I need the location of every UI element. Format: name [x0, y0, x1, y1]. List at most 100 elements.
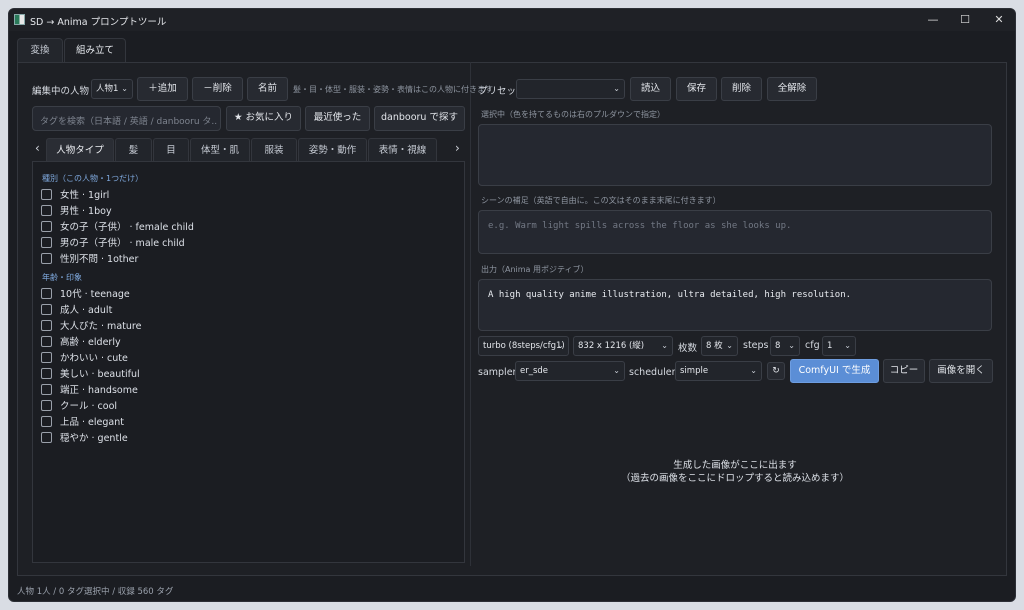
pane-divider: [470, 62, 471, 566]
checkbox[interactable]: [41, 335, 52, 347]
tab-clothing[interactable]: 服装: [251, 138, 297, 162]
person-select[interactable]: 人物1 ⌄: [91, 79, 133, 99]
tag-row[interactable]: 男性 · 1boy: [41, 203, 112, 217]
tag-label: 女性 · 1girl: [60, 190, 110, 201]
checkbox[interactable]: [41, 303, 52, 315]
tag-label: クール · cool: [60, 401, 118, 412]
checkbox[interactable]: [41, 220, 52, 232]
tag-row[interactable]: 女の子（子供） · female child: [41, 219, 194, 233]
checkbox[interactable]: [41, 204, 52, 216]
tag-row[interactable]: かわいい · cute: [41, 350, 128, 364]
checkbox[interactable]: [41, 415, 52, 427]
tag-row[interactable]: 高齢 · elderly: [41, 334, 121, 348]
checkbox[interactable]: [41, 431, 52, 443]
tag-row[interactable]: 大人びた · mature: [41, 318, 141, 332]
delete-preset-button[interactable]: 削除: [721, 77, 762, 101]
tag-label: 性別不問 · 1other: [60, 254, 139, 265]
chevron-down-icon: ⌄: [661, 341, 668, 350]
tag-row[interactable]: 端正 · handsome: [41, 382, 138, 396]
checkbox[interactable]: [41, 188, 52, 200]
clear-all-button[interactable]: 全解除: [767, 77, 817, 101]
tag-search-input[interactable]: タグを検索（日本語 / 英語 / danbooru タ...: [32, 106, 221, 131]
tag-row[interactable]: 性別不問 · 1other: [41, 251, 138, 265]
add-person-button[interactable]: ＋追加: [137, 77, 188, 101]
scheduler-select[interactable]: simple ⌄: [675, 361, 762, 381]
tag-row[interactable]: 成人 · adult: [41, 302, 112, 316]
tab-hair[interactable]: 髪: [115, 138, 152, 162]
checkbox[interactable]: [41, 351, 52, 363]
checkbox[interactable]: [41, 287, 52, 299]
remove-person-button[interactable]: －削除: [192, 77, 243, 101]
load-preset-button[interactable]: 読込: [630, 77, 671, 101]
close-icon[interactable]: ✕: [989, 12, 1009, 28]
tab-expression-gaze[interactable]: 表情・視線: [368, 138, 437, 162]
open-image-button[interactable]: 画像を開く: [929, 359, 993, 383]
chevron-down-icon: ⌄: [726, 341, 733, 350]
checkbox[interactable]: [41, 399, 52, 411]
tab-pose-action[interactable]: 姿勢・動作: [298, 138, 367, 162]
cfg-label: cfg: [805, 340, 820, 351]
app-icon: [14, 14, 25, 25]
tag-row[interactable]: 美しい · beautiful: [41, 366, 140, 380]
tag-row[interactable]: クール · cool: [41, 398, 117, 412]
tag-row[interactable]: 穏やか · gentle: [41, 430, 128, 444]
chevron-right-icon[interactable]: ›: [455, 141, 460, 155]
checkbox[interactable]: [41, 367, 52, 379]
rename-button[interactable]: 名前: [247, 77, 288, 101]
copy-button[interactable]: コピー: [883, 359, 925, 383]
sampler-select[interactable]: er_sde ⌄: [515, 361, 625, 381]
checkbox[interactable]: [41, 236, 52, 248]
tag-label: 美しい · beautiful: [60, 369, 140, 380]
steps-select-value: 8: [775, 341, 781, 351]
save-preset-button[interactable]: 保存: [676, 77, 717, 101]
count-select[interactable]: 8 枚 ⌄: [701, 336, 738, 356]
chevron-down-icon: ⌄: [750, 366, 757, 375]
tab-eyes[interactable]: 目: [153, 138, 189, 162]
tag-label: 端正 · handsome: [60, 385, 138, 396]
favorites-button[interactable]: ★ お気に入り: [226, 106, 301, 131]
maximize-icon[interactable]: ☐: [955, 12, 975, 28]
output-text: A high quality anime illustration, ultra…: [488, 290, 852, 300]
recent-button[interactable]: 最近使った: [305, 106, 370, 131]
generate-button[interactable]: ComfyUI で生成: [790, 359, 879, 383]
danbooru-search-button[interactable]: danbooru で探す: [374, 106, 465, 131]
title-bar: SD → Anima プロンプトツール — ☐ ✕: [9, 9, 1015, 31]
steps-select[interactable]: 8 ⌄: [770, 336, 800, 356]
scene-input[interactable]: e.g. Warm light spills across the floor …: [478, 210, 992, 254]
image-placeholder-text: 生成した画像がここに出ます: [673, 460, 797, 471]
cfg-select[interactable]: 1 ⌄: [822, 336, 856, 356]
mode-select[interactable]: turbo (8steps/cfg1) ⌄: [478, 336, 569, 356]
sampler-select-value: er_sde: [520, 366, 549, 376]
tab-assemble[interactable]: 組み立て: [64, 38, 126, 62]
tag-row[interactable]: 女性 · 1girl: [41, 187, 109, 201]
scene-label: シーンの補足（英語で自由に。この文はそのまま末尾に付きます）: [481, 196, 721, 205]
preset-select[interactable]: ⌄: [516, 79, 625, 99]
refresh-icon[interactable]: ↻: [767, 362, 785, 380]
checkbox[interactable]: [41, 252, 52, 264]
tag-label: 穏やか · gentle: [60, 433, 128, 444]
tab-body-skin[interactable]: 体型・肌: [190, 138, 250, 162]
size-select[interactable]: 832 x 1216 (縦) ⌄: [573, 336, 673, 356]
scheduler-select-value: simple: [680, 366, 709, 376]
tab-person-type[interactable]: 人物タイプ: [46, 138, 114, 162]
tag-label: 上品 · elegant: [60, 417, 124, 428]
tag-list-panel: 種別（この人物・1つだけ） 女性 · 1girl 男性 · 1boy 女の子（子…: [32, 161, 465, 563]
tag-row[interactable]: 男の子（子供） · male child: [41, 235, 185, 249]
tag-label: 高齢 · elderly: [60, 337, 121, 348]
selected-tags-box[interactable]: [478, 124, 992, 186]
output-textbox[interactable]: A high quality anime illustration, ultra…: [478, 279, 992, 331]
tag-row[interactable]: 上品 · elegant: [41, 414, 124, 428]
mode-select-value: turbo (8steps/cfg1): [483, 341, 565, 351]
checkbox[interactable]: [41, 383, 52, 395]
tag-label: 10代 · teenage: [60, 289, 130, 300]
tab-convert[interactable]: 変換: [17, 38, 63, 62]
person-select-value: 人物1: [96, 84, 119, 94]
minimize-icon[interactable]: —: [923, 12, 943, 28]
chevron-left-icon[interactable]: ‹: [35, 141, 40, 155]
sampler-label: sampler: [478, 367, 517, 378]
steps-label: steps: [743, 340, 769, 351]
tag-row[interactable]: 10代 · teenage: [41, 286, 130, 300]
scene-placeholder: e.g. Warm light spills across the floor …: [488, 221, 792, 231]
checkbox[interactable]: [41, 319, 52, 331]
tag-label: 男の子（子供） · male child: [60, 238, 185, 249]
